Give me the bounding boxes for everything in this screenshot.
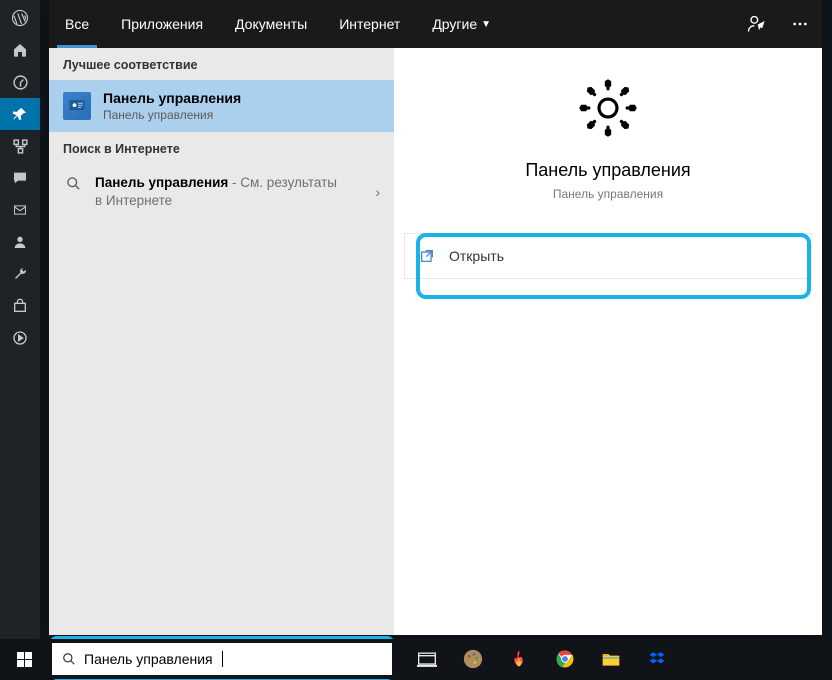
best-match-title: Панель управления bbox=[103, 90, 241, 106]
tab-more-label: Другие bbox=[432, 16, 477, 32]
search-flyout: Все Приложения Документы Интернет Другие… bbox=[49, 0, 822, 635]
best-match-subtitle: Панель управления bbox=[103, 108, 241, 122]
web-search-item[interactable]: Панель управления - См. результаты в Инт… bbox=[49, 164, 394, 220]
wordpress-icon[interactable] bbox=[0, 2, 40, 34]
preview-title: Панель управления bbox=[525, 160, 690, 181]
control-panel-icon bbox=[63, 92, 91, 120]
tab-all[interactable]: Все bbox=[49, 0, 105, 48]
tab-documents[interactable]: Документы bbox=[219, 0, 323, 48]
results-column: Лучшее соответствие Панель управления Па… bbox=[49, 48, 394, 635]
store-icon[interactable] bbox=[0, 290, 40, 322]
search-body: Лучшее соответствие Панель управления Па… bbox=[49, 48, 822, 635]
taskbar-app-flame[interactable] bbox=[496, 639, 542, 679]
taskbar: Панель управления bbox=[0, 639, 832, 679]
task-view-button[interactable] bbox=[404, 639, 450, 679]
more-icon[interactable] bbox=[778, 15, 822, 33]
taskbar-app-dropbox[interactable] bbox=[634, 639, 680, 679]
open-button[interactable]: Открыть bbox=[404, 233, 812, 279]
preview-column: Панель управления Панель управления Откр… bbox=[394, 48, 822, 635]
preview-subtitle: Панель управления bbox=[553, 187, 663, 201]
user-icon[interactable] bbox=[0, 226, 40, 258]
tab-web[interactable]: Интернет bbox=[323, 0, 416, 48]
web-search-header: Поиск в Интернете bbox=[49, 132, 394, 164]
windows-logo-icon bbox=[17, 652, 32, 667]
wp-admin-sidebar bbox=[0, 0, 40, 640]
pin-icon[interactable] bbox=[0, 98, 40, 130]
dashboard-icon[interactable] bbox=[0, 66, 40, 98]
start-button[interactable] bbox=[0, 639, 48, 679]
search-value: Панель управления bbox=[84, 651, 213, 667]
taskbar-app-explorer[interactable] bbox=[588, 639, 634, 679]
taskbar-app-chrome[interactable] bbox=[542, 639, 588, 679]
search-icon bbox=[62, 652, 76, 666]
feedback-icon[interactable] bbox=[734, 14, 778, 34]
chevron-down-icon: ▼ bbox=[481, 19, 491, 30]
taskbar-search-input[interactable]: Панель управления bbox=[52, 643, 392, 675]
open-external-icon bbox=[419, 248, 435, 264]
taskbar-app-paint[interactable] bbox=[450, 639, 496, 679]
open-label: Открыть bbox=[449, 248, 504, 264]
best-match-header: Лучшее соответствие bbox=[49, 48, 394, 80]
wrench-icon[interactable] bbox=[0, 258, 40, 290]
gear-icon bbox=[576, 76, 640, 140]
tab-more[interactable]: Другие ▼ bbox=[416, 0, 507, 48]
comment-icon[interactable] bbox=[0, 162, 40, 194]
network-icon[interactable] bbox=[0, 130, 40, 162]
tab-apps[interactable]: Приложения bbox=[105, 0, 219, 48]
search-tabs: Все Приложения Документы Интернет Другие… bbox=[49, 0, 822, 48]
best-match-item[interactable]: Панель управления Панель управления bbox=[49, 80, 394, 132]
chevron-right-icon: › bbox=[375, 184, 380, 200]
web-query: Панель управления bbox=[95, 175, 228, 190]
mail-icon[interactable] bbox=[0, 194, 40, 226]
home-icon[interactable] bbox=[0, 34, 40, 66]
text-cursor bbox=[222, 651, 223, 667]
play-icon[interactable] bbox=[0, 322, 40, 354]
search-icon bbox=[63, 176, 83, 191]
